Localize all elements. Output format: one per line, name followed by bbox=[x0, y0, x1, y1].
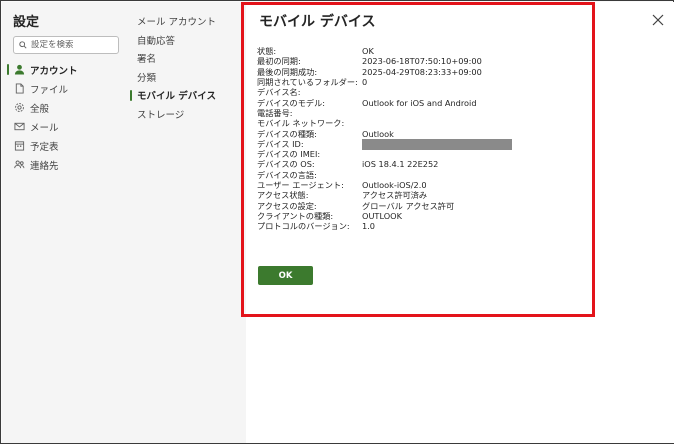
property-value: グローバル アクセス許可 bbox=[362, 200, 455, 211]
nav-item-mail[interactable]: メール bbox=[2, 117, 129, 136]
settings-nav: 設定 アカウント ファイル bbox=[2, 2, 129, 443]
settings-search-input[interactable] bbox=[31, 40, 116, 50]
nav-item-label: アカウント bbox=[30, 65, 78, 77]
property-row: 最初の同期: 2023-06-18T07:50:10+09:00 bbox=[257, 56, 587, 66]
nav-item-calendar[interactable]: 予定表 bbox=[2, 136, 129, 155]
nav-item-label: 連絡先 bbox=[30, 160, 59, 172]
property-row: 最後の同期成功: 2025-04-29T08:23:33+09:00 bbox=[257, 67, 587, 77]
property-value: 1.0 bbox=[362, 221, 376, 232]
property-label: デバイスの言語: bbox=[257, 169, 317, 180]
property-row: ユーザー エージェント: Outlook-iOS/2.0 bbox=[257, 180, 587, 190]
property-value: Outlook for iOS and Android bbox=[362, 97, 477, 108]
gear-icon bbox=[14, 102, 25, 113]
nav-item-label: メール bbox=[30, 122, 59, 134]
property-row: 状態: OK bbox=[257, 46, 587, 56]
subnav-item-mobile-devices[interactable]: モバイル デバイス bbox=[129, 86, 246, 105]
nav-item-contacts[interactable]: 連絡先 bbox=[2, 155, 129, 174]
property-row: アクセス状態: アクセス許可済み bbox=[257, 190, 587, 200]
property-row: デバイスのモデル: Outlook for iOS and Android bbox=[257, 97, 587, 108]
subnav-item-storage[interactable]: ストレージ bbox=[129, 105, 246, 124]
property-label: 最後の同期成功: bbox=[257, 66, 318, 77]
subnav-item-signature[interactable]: 署名 bbox=[129, 49, 246, 68]
subnav-item-auto-reply[interactable]: 自動応答 bbox=[129, 31, 246, 50]
close-button[interactable] bbox=[650, 12, 666, 28]
property-label: 電話番号: bbox=[257, 107, 293, 118]
property-label: ユーザー エージェント: bbox=[257, 180, 344, 190]
subnav-item-mail-accounts[interactable]: メール アカウント bbox=[129, 12, 246, 31]
person-icon bbox=[14, 64, 25, 75]
property-label: デバイスの OS: bbox=[257, 159, 315, 170]
device-properties: 状態: OK 最初の同期: 2023-06-18T07:50:10+09:00 最後… bbox=[257, 46, 587, 231]
property-value: OUTLOOK bbox=[362, 210, 402, 221]
settings-search[interactable] bbox=[13, 36, 119, 54]
property-label: デバイスの IMEI: bbox=[257, 149, 321, 160]
settings-window: 設定 アカウント ファイル bbox=[0, 0, 674, 444]
property-label: プロトコルのバージョン: bbox=[257, 221, 350, 232]
nav-item-files[interactable]: ファイル bbox=[2, 79, 129, 98]
subnav-list: メール アカウント 自動応答 署名 分類 モバイル デバイス ストレージ bbox=[129, 12, 246, 123]
property-row: デバイス名: bbox=[257, 87, 587, 97]
settings-title: 設定 bbox=[13, 15, 40, 30]
property-row: デバイス ID: bbox=[257, 138, 587, 150]
calendar-icon bbox=[14, 140, 25, 151]
property-row: アクセスの設定: グローバル アクセス許可 bbox=[257, 200, 587, 211]
page-title: モバイル デバイス bbox=[259, 14, 376, 30]
ok-button[interactable]: OK bbox=[258, 266, 313, 285]
property-row: 同期されているフォルダー: 0 bbox=[257, 77, 587, 87]
property-label: デバイス名: bbox=[257, 87, 301, 98]
account-subnav: メール アカウント 自動応答 署名 分類 モバイル デバイス ストレージ bbox=[129, 2, 246, 443]
nav-item-general[interactable]: 全般 bbox=[2, 98, 129, 117]
property-row: デバイスの IMEI: bbox=[257, 149, 587, 159]
property-value: Outlook bbox=[362, 128, 394, 139]
property-label: モバイル ネットワーク: bbox=[257, 118, 345, 129]
subnav-item-categories[interactable]: 分類 bbox=[129, 68, 246, 87]
property-value: アクセス許可済み bbox=[362, 190, 428, 201]
search-icon bbox=[19, 41, 27, 49]
property-row: モバイル ネットワーク: bbox=[257, 118, 587, 128]
property-row: プロトコルのバージョン: 1.0 bbox=[257, 221, 587, 231]
property-label: 同期されているフォルダー: bbox=[257, 77, 358, 88]
property-value: 2025-04-29T08:23:33+09:00 bbox=[362, 66, 482, 77]
property-row: クライアントの種類: OUTLOOK bbox=[257, 211, 587, 221]
property-row: デバイスの言語: bbox=[257, 170, 587, 180]
file-icon bbox=[14, 83, 25, 94]
close-icon bbox=[652, 14, 664, 26]
nav-item-account[interactable]: アカウント bbox=[2, 60, 129, 79]
nav-list: アカウント ファイル 全般 メール 予定表 連絡先 bbox=[2, 60, 129, 174]
property-row: 電話番号: bbox=[257, 108, 587, 118]
property-row: デバイスの種類: Outlook bbox=[257, 128, 587, 139]
property-label: 状態: bbox=[257, 46, 277, 57]
property-value: OK bbox=[362, 46, 374, 57]
mail-icon bbox=[14, 121, 25, 132]
property-label: アクセスの設定: bbox=[257, 200, 317, 211]
property-value: Outlook-iOS/2.0 bbox=[362, 180, 427, 190]
nav-item-label: ファイル bbox=[30, 84, 69, 96]
property-label: 最初の同期: bbox=[257, 56, 301, 67]
property-label: クライアントの種類: bbox=[257, 210, 334, 221]
property-label: アクセス状態: bbox=[257, 190, 309, 201]
property-row: デバイスの OS: iOS 18.4.1 22E252 bbox=[257, 159, 587, 169]
redacted-device-id bbox=[362, 138, 512, 150]
nav-item-label: 全般 bbox=[30, 103, 50, 115]
property-value: 0 bbox=[362, 77, 368, 88]
property-label: デバイスのモデル: bbox=[257, 97, 326, 108]
nav-item-label: 予定表 bbox=[30, 141, 59, 153]
property-label: デバイス ID: bbox=[257, 138, 304, 149]
property-value: 2023-06-18T07:50:10+09:00 bbox=[362, 56, 482, 67]
property-label: デバイスの種類: bbox=[257, 128, 317, 139]
people-icon bbox=[14, 159, 25, 170]
property-value: iOS 18.4.1 22E252 bbox=[362, 159, 439, 170]
